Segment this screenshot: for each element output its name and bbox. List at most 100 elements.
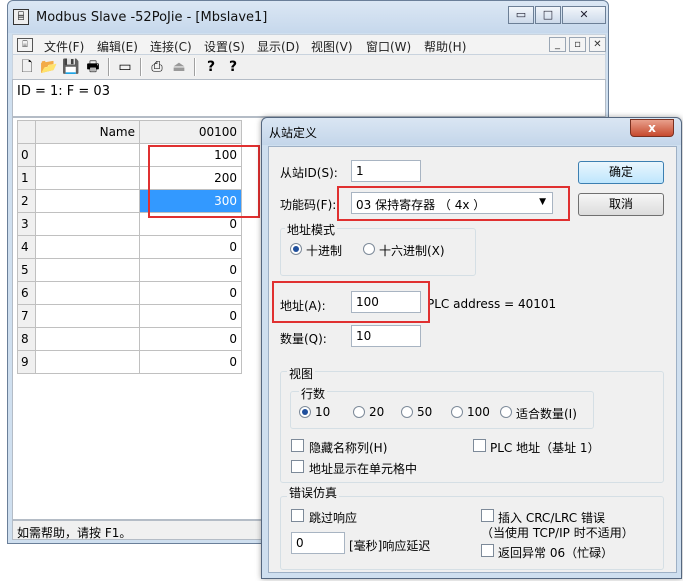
name-cell[interactable] — [35, 212, 140, 236]
quantity-input[interactable]: 10 — [351, 325, 421, 347]
hide-name-column-label[interactable]: 隐藏名称列(H) — [309, 439, 387, 456]
name-cell[interactable] — [35, 166, 140, 190]
table-row[interactable]: 5 0 — [17, 258, 242, 282]
highlight-annotation — [337, 186, 570, 221]
view-legend: 视图 — [287, 365, 316, 382]
row-index: 1 — [17, 166, 36, 190]
disconnect-icon[interactable]: ⏏ — [169, 57, 189, 77]
rows-10-label[interactable]: 10 — [315, 405, 330, 419]
slave-id-label: 从站ID(S): — [280, 166, 338, 180]
value-cell[interactable]: 0 — [139, 350, 242, 374]
menu-file[interactable]: 文件(F) — [44, 38, 84, 55]
value-cell[interactable]: 0 — [139, 258, 242, 282]
value-cell[interactable]: 0 — [139, 235, 242, 259]
name-cell[interactable] — [35, 258, 140, 282]
name-cell[interactable] — [35, 189, 140, 213]
name-column-header[interactable]: Name — [35, 120, 140, 144]
return-exception-label[interactable]: 返回异常 06（忙碌） — [498, 544, 613, 561]
rows-20-label[interactable]: 20 — [369, 405, 384, 419]
plc-addresses-label[interactable]: PLC 地址（基址 1） — [490, 439, 600, 456]
dialog-title-bar[interactable]: 从站定义 x — [262, 118, 681, 145]
rows-100-label[interactable]: 100 — [467, 405, 490, 419]
app-icon: ⌸ — [13, 9, 29, 25]
context-help-icon[interactable]: ? — [223, 57, 243, 77]
table-row[interactable]: 7 0 — [17, 304, 242, 328]
menu-setup[interactable]: 设置(S) — [204, 38, 245, 55]
name-cell[interactable] — [35, 235, 140, 259]
name-cell[interactable] — [35, 143, 140, 167]
title-bar[interactable]: ⌸ Modbus Slave -52PoJie - [Mbslave1] ▭ □… — [8, 1, 608, 33]
skip-response-checkbox[interactable] — [291, 509, 304, 522]
insert-crc-error-checkbox[interactable] — [481, 509, 494, 522]
help-icon[interactable]: ? — [201, 57, 221, 77]
rows-10-radio[interactable] — [299, 406, 311, 418]
row-index: 2 — [17, 189, 36, 213]
menu-window[interactable]: 窗口(W) — [366, 38, 411, 55]
toolbar: 🗋 📂 💾 🖶 ▭ ⎙ ⏏ ? ? — [12, 55, 606, 79]
rows-50-label[interactable]: 50 — [417, 405, 432, 419]
table-row[interactable]: 9 0 — [17, 350, 242, 374]
cancel-button[interactable]: 取消 — [578, 193, 664, 216]
dialog-close-button[interactable]: x — [630, 119, 674, 137]
decimal-label[interactable]: 十进制 — [306, 242, 342, 259]
dialog-title: 从站定义 — [269, 126, 318, 140]
highlight-annotation — [148, 145, 260, 218]
close-button[interactable]: ✕ — [562, 6, 606, 24]
table-row[interactable]: 4 0 — [17, 235, 242, 259]
mdi-minimize-button[interactable]: _ — [549, 37, 566, 52]
slave-id-input[interactable]: 1 — [351, 160, 421, 182]
address-column-header[interactable]: 00100 — [139, 120, 242, 144]
rows-fit-radio[interactable] — [500, 406, 512, 418]
hex-radio[interactable] — [363, 243, 375, 255]
menu-help[interactable]: 帮助(H) — [424, 38, 466, 55]
table-row[interactable]: 6 0 — [17, 281, 242, 305]
print-icon[interactable]: 🖶 — [83, 57, 103, 77]
response-delay-label: [毫秒]响应延迟 — [349, 539, 431, 553]
row-index: 4 — [17, 235, 36, 259]
function-label: 功能码(F): — [280, 198, 337, 212]
table-row[interactable]: 8 0 — [17, 327, 242, 351]
menu-view[interactable]: 视图(V) — [311, 38, 353, 55]
rows-20-radio[interactable] — [353, 406, 365, 418]
value-cell[interactable]: 0 — [139, 327, 242, 351]
menu-display[interactable]: 显示(D) — [257, 38, 300, 55]
address-in-cell-label[interactable]: 地址显示在单元格中 — [309, 460, 417, 477]
plc-addresses-checkbox[interactable] — [473, 439, 486, 452]
ok-button[interactable]: 确定 — [578, 161, 664, 184]
row-index: 7 — [17, 304, 36, 328]
insert-crc-note: （当使用 TCP/IP 时不适用） — [481, 526, 634, 540]
row-index: 0 — [17, 143, 36, 167]
name-cell[interactable] — [35, 327, 140, 351]
value-cell[interactable]: 0 — [139, 281, 242, 305]
menu-connect[interactable]: 连接(C) — [150, 38, 192, 55]
mdi-restore-button[interactable]: ▫ — [569, 37, 586, 52]
address-in-cell-checkbox[interactable] — [291, 460, 304, 473]
rows-50-radio[interactable] — [401, 406, 413, 418]
rows-100-radio[interactable] — [451, 406, 463, 418]
slave-definition-dialog: 从站定义 x 从站ID(S): 1 确定 取消 功能码(F): 03 保持寄存器… — [261, 117, 682, 579]
decimal-radio[interactable] — [290, 243, 302, 255]
mdi-close-button[interactable]: ✕ — [589, 37, 606, 52]
skip-response-label[interactable]: 跳过响应 — [309, 509, 357, 526]
connect-icon[interactable]: ⎙ — [147, 57, 167, 77]
response-delay-input[interactable]: 0 — [291, 532, 345, 554]
window-icon[interactable]: ▭ — [115, 57, 135, 77]
minimize-button[interactable]: ▭ — [508, 6, 534, 24]
row-index: 8 — [17, 327, 36, 351]
maximize-button[interactable]: □ — [535, 6, 561, 24]
return-exception-checkbox[interactable] — [481, 544, 494, 557]
name-cell[interactable] — [35, 350, 140, 374]
menu-edit[interactable]: 编辑(E) — [97, 38, 138, 55]
dialog-body: 从站ID(S): 1 确定 取消 功能码(F): 03 保持寄存器 （ 4x ）… — [268, 146, 677, 573]
row-index: 3 — [17, 212, 36, 236]
document-icon[interactable]: ⌸ — [17, 38, 33, 52]
save-icon[interactable]: 💾 — [61, 57, 81, 77]
rows-fit-label[interactable]: 适合数量(I) — [516, 405, 577, 422]
open-folder-icon[interactable]: 📂 — [39, 57, 59, 77]
hide-name-column-checkbox[interactable] — [291, 439, 304, 452]
new-file-icon[interactable]: 🗋 — [17, 57, 37, 77]
name-cell[interactable] — [35, 304, 140, 328]
name-cell[interactable] — [35, 281, 140, 305]
hex-label[interactable]: 十六进制(X) — [379, 242, 445, 259]
value-cell[interactable]: 0 — [139, 304, 242, 328]
